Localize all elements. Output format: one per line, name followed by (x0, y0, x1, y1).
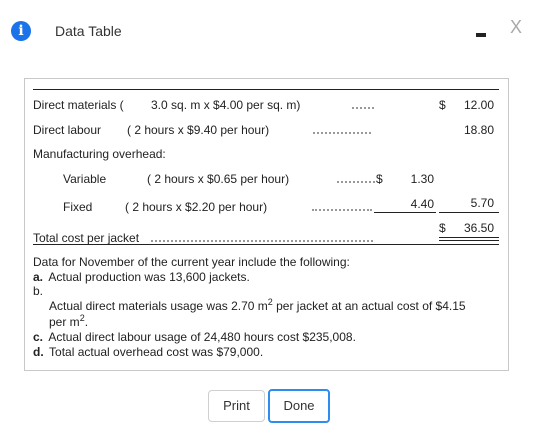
note-b-text: per m (49, 315, 80, 329)
note-a: a. Actual production was 13,600 jackets. (33, 270, 250, 284)
leader-dots (312, 209, 372, 211)
note-a-text: Actual production was 13,600 jackets. (48, 270, 250, 284)
fixed-overhead-amount: 4.40 (410, 197, 434, 211)
close-icon[interactable]: X (506, 16, 526, 38)
note-b-line-1: Actual direct materials usage was 2.70 m… (49, 295, 466, 313)
top-rule (33, 89, 499, 90)
print-button[interactable]: Print (208, 390, 265, 422)
direct-materials-total: 12.00 (463, 98, 494, 112)
variable-overhead-amount: 1.30 (410, 172, 434, 186)
direct-materials-label: Direct materials ( (33, 98, 124, 112)
note-b-text: . (84, 315, 89, 329)
leader-dots (151, 240, 373, 242)
note-d-letter: d. (33, 345, 44, 359)
title-bar: i Data Table X (0, 0, 533, 60)
data-table-panel: Direct materials ( 3.0 sq. m x $4.00 per… (24, 78, 509, 371)
double-rule-bottom (439, 240, 499, 241)
note-d-text: Total actual overhead cost was $79,000. (49, 345, 264, 359)
note-c: c. Actual direct labour usage of 24,480 … (33, 330, 356, 344)
direct-labour-detail: ( 2 hours x $9.40 per hour) (127, 123, 270, 137)
variable-overhead-detail: ( 2 hours x $0.65 per hour) (147, 172, 290, 186)
variable-overhead-label: Variable (63, 172, 107, 186)
total-cost-label: Total cost per jacket (33, 231, 140, 245)
note-d: d. Total actual overhead cost was $79,00… (33, 345, 263, 359)
note-c-letter: c. (33, 330, 44, 344)
leader-dots (352, 107, 374, 109)
double-rule-top (439, 237, 499, 238)
note-a-letter: a. (33, 270, 44, 284)
note-c-text: Actual direct labour usage of 24,480 hou… (48, 330, 356, 344)
note-b-text: per jacket at an actual cost of $4.15 (272, 299, 466, 313)
note-b-line-2: per m2. (49, 311, 88, 329)
total-cost-dollar: $ (439, 221, 446, 235)
variable-overhead-dollar: $ (376, 172, 383, 186)
fixed-overhead-detail: ( 2 hours x $2.20 per hour) (125, 200, 268, 214)
minimize-icon[interactable] (473, 20, 487, 38)
table-bottom-rule (33, 244, 499, 245)
leader-dots (337, 181, 375, 183)
direct-labour-label: Direct labour (33, 123, 102, 137)
manufacturing-overhead-label: Manufacturing overhead: (33, 147, 166, 161)
subtotal-rule (374, 212, 436, 213)
direct-materials-detail: 3.0 sq. m x $4.00 per sq. m) (151, 98, 301, 112)
direct-labour-total: 18.80 (463, 123, 494, 137)
done-button[interactable]: Done (268, 389, 330, 423)
leader-dots (313, 132, 371, 134)
total-cost-value: 36.50 (463, 221, 494, 235)
note-b-letter: b. (33, 284, 44, 298)
column-rule (439, 212, 499, 213)
manufacturing-overhead-total: 5.70 (470, 196, 494, 210)
fixed-overhead-label: Fixed (63, 200, 93, 214)
direct-materials-dollar: $ (439, 98, 446, 112)
info-icon: i (11, 21, 31, 41)
notes-intro: Data for November of the current year in… (33, 255, 350, 269)
window-title: Data Table (55, 23, 122, 39)
